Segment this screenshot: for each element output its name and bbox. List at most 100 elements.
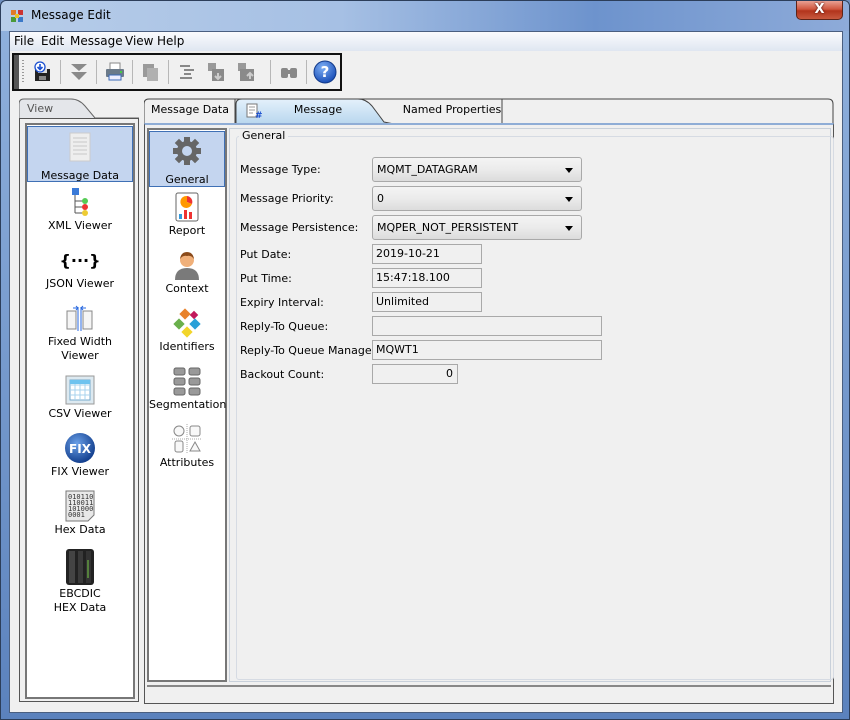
toolbar-handle[interactable] [14,55,19,89]
tab-message-descriptor[interactable]: # Message Descriptor [242,98,372,140]
category-list: General Report Context Identifiers Segme… [147,128,227,682]
help-button[interactable]: ? [312,59,338,85]
view-tab-label: View [27,102,54,115]
menu-view[interactable]: View [123,34,155,48]
user-icon [171,248,203,282]
backout-count-field[interactable]: 0 [372,364,458,384]
copy-button[interactable] [138,59,164,85]
toolbar-separator [270,60,271,84]
fixed-width-icon [63,301,97,335]
chevron-down-icon [565,168,573,173]
category-general[interactable]: General [149,131,225,187]
reply-to-qmgr-field[interactable]: MQWT1 [372,340,602,360]
category-context[interactable]: Context [149,248,225,304]
message-persistence-dropdown[interactable]: MQPER_NOT_PERSISTENT [372,215,582,240]
insert-icon [208,63,224,81]
status-bar [147,685,831,703]
message-type-dropdown[interactable]: MQMT_DATAGRAM [372,157,582,182]
close-icon: X [814,2,825,17]
category-label: General [165,173,209,186]
message-priority-dropdown[interactable]: 0 [372,186,582,211]
close-button[interactable]: X [796,1,843,20]
expiry-interval-field[interactable]: Unlimited [372,292,482,312]
tab-named-properties[interactable]: Named Properties [402,98,502,124]
message-priority-value: 0 [377,192,384,205]
segmentation-icon [171,364,203,398]
view-item-hex-data[interactable]: 010110 110011 101000 0001 Hex Data [27,489,133,545]
view-item-label: CSV Viewer [48,407,112,420]
put-time-field[interactable]: 15:47:18.100 [372,268,482,288]
csv-grid-icon [63,373,97,407]
find-button[interactable] [276,59,302,85]
remove-icon [238,63,254,81]
view-item-label: FIX Viewer [51,465,109,478]
reply-to-qmgr-label: Reply-To Queue Manager: [240,344,380,357]
menu-file[interactable]: File [12,34,36,48]
json-braces-icon: {···} [59,250,101,270]
category-label: Attributes [159,456,215,469]
put-date-field[interactable]: 2019-10-21 [372,244,482,264]
view-item-label: Fixed Width Viewer [48,335,112,362]
menu-message[interactable]: Message [68,34,125,48]
remove-button[interactable] [234,59,260,85]
message-priority-label: Message Priority: [240,192,334,205]
identifiers-icon [171,306,203,340]
view-item-label: Hex Data [54,523,106,536]
tab-strip: Message Data # Message Descriptor Named … [144,98,834,140]
toolbar-separator [60,60,61,84]
format-icon [180,65,194,79]
view-panel: Message Data XML Viewer {···} JSON Viewe… [19,118,139,702]
client-area: File Edit Message View Help ? View Messa… [9,31,843,713]
find-icon [281,68,297,78]
view-tab[interactable]: View [19,98,139,120]
view-item-fixed-width-viewer[interactable]: Fixed Width Viewer [27,301,133,371]
category-identifiers[interactable]: Identifiers [149,306,225,362]
window-title: Message Edit [31,8,111,22]
document-icon [63,130,97,164]
expiry-interval-label: Expiry Interval: [240,296,324,309]
svg-text:#: # [255,111,262,119]
binary-icon: 010110 110011 101000 0001 [63,489,97,523]
message-persistence-value: MQPER_NOT_PERSISTENT [377,221,519,234]
view-item-label: JSON Viewer [45,277,114,290]
view-list: Message Data XML Viewer {···} JSON Viewe… [25,123,135,699]
message-edit-window: Message Edit X File Edit Message View He… [0,0,850,720]
move-down-icon [71,64,87,80]
view-item-fix-viewer[interactable]: FIX FIX Viewer [27,431,133,487]
svg-text:?: ? [321,63,330,81]
category-segmentation[interactable]: Segmentation [149,364,226,420]
message-type-value: MQMT_DATAGRAM [377,163,478,176]
copy-icon [143,64,158,81]
menu-help[interactable]: Help [155,34,186,48]
message-persistence-label: Message Persistence: [240,221,359,234]
view-item-json-viewer[interactable]: {···} JSON Viewer [27,243,133,299]
title-bar[interactable]: Message Edit X [1,1,849,31]
save-button[interactable] [30,59,56,85]
category-label: Context [165,282,209,295]
tab-message-data[interactable]: Message Data [148,98,232,124]
category-label: Report [168,224,206,237]
toolbar-grip [22,60,24,84]
view-item-ebcdic-hex-data[interactable]: EBCDIC HEX Data [27,547,133,623]
format-button[interactable] [174,59,200,85]
move-down-button[interactable] [66,59,92,85]
fix-globe-icon: FIX [63,431,97,465]
chevron-down-icon [565,197,573,202]
category-report[interactable]: Report [149,190,225,246]
put-date-label: Put Date: [240,248,292,261]
print-button[interactable] [102,59,128,85]
insert-button[interactable] [204,59,230,85]
reply-to-queue-field[interactable] [372,316,602,336]
toolbar-separator [132,60,133,84]
print-icon [106,62,124,81]
view-item-label: EBCDIC HEX Data [53,587,107,614]
view-item-xml-viewer[interactable]: XML Viewer [27,185,133,241]
toolbar-separator [96,60,97,84]
menu-edit[interactable]: Edit [39,34,66,48]
category-attributes[interactable]: Attributes [149,422,225,478]
chevron-down-icon [565,226,573,231]
view-item-message-data[interactable]: Message Data [27,126,133,182]
view-item-csv-viewer[interactable]: CSV Viewer [27,373,133,429]
put-time-label: Put Time: [240,272,292,285]
attributes-icon [171,422,203,456]
